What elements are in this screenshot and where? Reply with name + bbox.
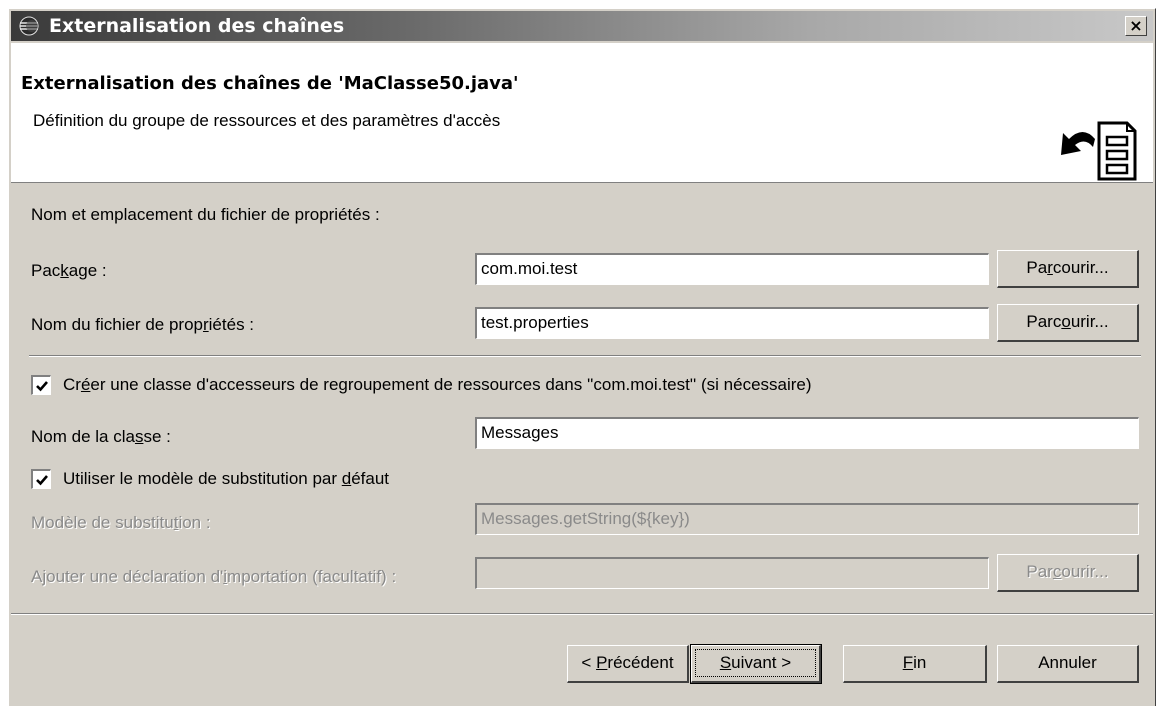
externalize-strings-wizard-icon: [1043, 109, 1139, 189]
package-input[interactable]: com.moi.test: [475, 253, 989, 285]
wizard-dialog: Externalisation des chaînes × Externalis…: [8, 8, 1156, 706]
properties-section-label: Nom et emplacement du fichier de proprié…: [31, 205, 380, 224]
title-bar[interactable]: Externalisation des chaînes ×: [11, 11, 1153, 41]
checkmark-icon: [36, 381, 48, 392]
back-button[interactable]: < Précédent: [567, 645, 689, 683]
close-button[interactable]: ×: [1125, 16, 1147, 36]
class-name-label: Nom de la classe :: [31, 427, 171, 446]
class-name-input[interactable]: Messages: [475, 417, 1139, 449]
import-browse-button[interactable]: Parcourir...: [997, 554, 1139, 592]
cancel-button[interactable]: Annuler: [997, 645, 1139, 683]
form-separator: [29, 355, 1141, 357]
properties-file-label: Nom du fichier de propriétés :: [31, 315, 255, 334]
page-title: Externalisation des chaînes de 'MaClasse…: [21, 73, 519, 94]
package-label: Package :: [31, 261, 107, 280]
substitution-pattern-label: Modèle de substitution :: [31, 513, 211, 532]
footer-separator: [11, 613, 1153, 615]
next-button[interactable]: Suivant >: [690, 644, 822, 684]
package-browse-button[interactable]: Parcourir...: [997, 250, 1139, 288]
import-declaration-label: Ajouter une déclaration d'importation (f…: [31, 567, 397, 586]
default-pattern-checkbox[interactable]: [31, 469, 51, 489]
eclipse-app-icon: [17, 15, 41, 37]
import-declaration-input[interactable]: [475, 557, 989, 589]
page-description: Définition du groupe de ressources et de…: [33, 111, 501, 130]
create-accessor-checkbox[interactable]: [31, 375, 51, 395]
window-title: Externalisation des chaînes: [49, 15, 345, 37]
properties-file-browse-button[interactable]: Parcourir...: [997, 304, 1139, 342]
finish-button[interactable]: Fin: [843, 645, 987, 683]
default-pattern-label[interactable]: Utiliser le modèle de substitution par d…: [63, 469, 389, 489]
substitution-pattern-input[interactable]: Messages.getString(${key}): [475, 503, 1139, 535]
wizard-header: Externalisation des chaînes de 'MaClasse…: [11, 43, 1153, 183]
create-accessor-label[interactable]: Créer une classe d'accesseurs de regroup…: [63, 375, 812, 395]
properties-file-input[interactable]: test.properties: [475, 307, 989, 339]
checkmark-icon: [36, 475, 48, 486]
